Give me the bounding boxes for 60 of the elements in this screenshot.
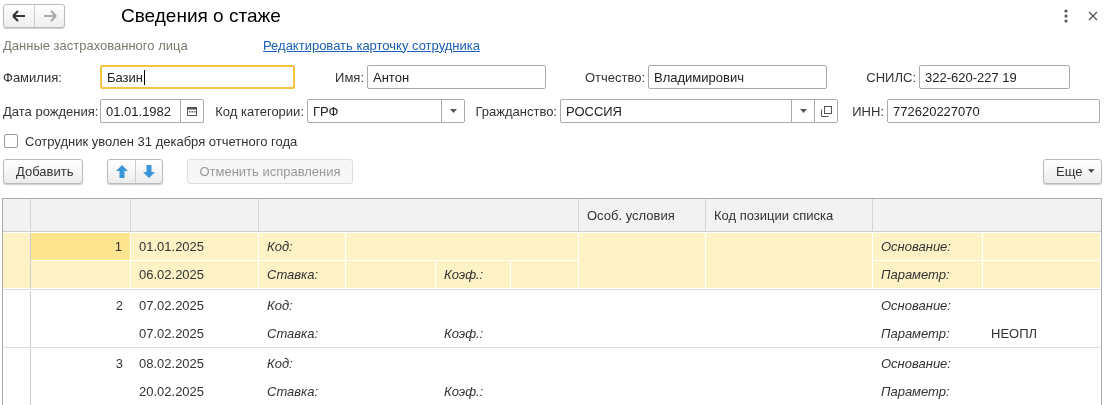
table-row[interactable]: 1 01.01.2025 06.02.2025 Код: Ставка: Коэф.: Основание: Параметр: bbox=[3, 233, 1101, 290]
more-icon[interactable] bbox=[1064, 9, 1068, 23]
parameter-label: Параметр: bbox=[880, 324, 951, 343]
edit-employee-link[interactable]: Редактировать карточку сотрудника bbox=[263, 37, 480, 53]
end-date: 06.02.2025 bbox=[131, 261, 259, 289]
table-row[interactable]: 3 08.02.2025 20.02.2025 Код: Ставка: Коэф.: Основание: Параметр: bbox=[3, 349, 1101, 405]
end-date: 07.02.2025 bbox=[138, 324, 206, 343]
row-number: 2 bbox=[114, 296, 124, 315]
section-label: Данные застрахованного лица bbox=[3, 37, 189, 53]
rate-label: Ставка: bbox=[259, 261, 346, 289]
parameter-value: НЕОПЛ bbox=[991, 325, 1038, 341]
checkbox-label: Сотрудник уволен 31 декабря отчетного года bbox=[25, 133, 298, 149]
start-date: 07.02.2025 bbox=[138, 296, 206, 315]
field-label: Код категории: bbox=[214, 103, 305, 119]
left-arrow-icon bbox=[12, 10, 26, 22]
input-field[interactable]: Базин bbox=[100, 65, 295, 89]
coefficient-label: Коэф.: bbox=[443, 382, 485, 401]
add-button[interactable]: Добавить bbox=[3, 158, 83, 184]
code-label: Код: bbox=[266, 296, 294, 315]
start-date: 08.02.2025 bbox=[138, 354, 206, 373]
close-icon[interactable] bbox=[1088, 11, 1098, 21]
right-arrow-icon bbox=[42, 10, 57, 22]
row-number: 1 bbox=[31, 233, 131, 261]
table-row[interactable]: 2 07.02.2025 07.02.2025 Код: Ставка: Коэф.: Основание: Параметр: НЕОПЛ bbox=[3, 291, 1101, 348]
down-arrow-icon bbox=[143, 164, 155, 178]
up-arrow-icon bbox=[115, 164, 128, 178]
input-field[interactable]: 01.01.1982 bbox=[100, 99, 204, 123]
basis-label: Основание: bbox=[880, 296, 952, 315]
caret-icon bbox=[1088, 169, 1095, 173]
rate-label: Ставка: bbox=[266, 324, 320, 343]
coefficient-label: Коэф.: bbox=[443, 324, 485, 343]
coefficient-label: Коэф.: bbox=[436, 261, 511, 289]
input-field[interactable]: 322-620-227 19 bbox=[919, 65, 1070, 89]
field-label: Имя: bbox=[334, 69, 365, 85]
column-header[interactable]: Код позиции списка bbox=[706, 199, 873, 231]
parameter-label: Параметр: bbox=[880, 382, 951, 401]
field-label: Дата рождения: bbox=[3, 103, 100, 119]
basis-label: Основание: bbox=[873, 233, 983, 261]
rate-label: Ставка: bbox=[266, 382, 320, 401]
code-label: Код: bbox=[259, 233, 346, 261]
input-field[interactable]: РОССИЯ bbox=[560, 99, 838, 123]
input-field[interactable]: Антон bbox=[367, 65, 546, 89]
window-title: Сведения о стаже bbox=[121, 5, 281, 27]
field-label: Гражданство: bbox=[475, 103, 558, 119]
parameter-label: Параметр: bbox=[873, 261, 983, 289]
field-label: Фамилия: bbox=[3, 69, 63, 85]
row-number: 3 bbox=[114, 354, 124, 373]
field-label: ИНН: bbox=[851, 103, 885, 119]
field-label: Отчество: bbox=[583, 69, 646, 85]
code-label: Код: bbox=[266, 354, 294, 373]
start-date: 01.01.2025 bbox=[131, 233, 259, 261]
column-header[interactable]: Особ. условия bbox=[579, 199, 706, 231]
field-label: СНИЛС: bbox=[865, 69, 917, 85]
checkbox[interactable] bbox=[4, 134, 18, 148]
more-button[interactable]: Еще bbox=[1043, 158, 1102, 184]
input-field[interactable]: Владимирович bbox=[648, 65, 827, 89]
input-field[interactable]: 772620227070 bbox=[887, 99, 1100, 123]
basis-label: Основание: bbox=[880, 354, 952, 373]
end-date: 20.02.2025 bbox=[138, 382, 206, 401]
input-field[interactable]: ГРФ bbox=[307, 99, 465, 123]
